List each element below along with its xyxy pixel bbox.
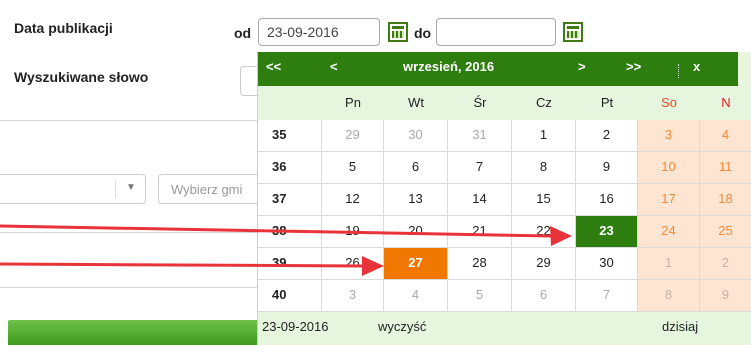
arrow-to-today (0, 256, 384, 276)
annotation-arrows (0, 224, 572, 276)
arrow-to-selected-day (0, 224, 572, 246)
